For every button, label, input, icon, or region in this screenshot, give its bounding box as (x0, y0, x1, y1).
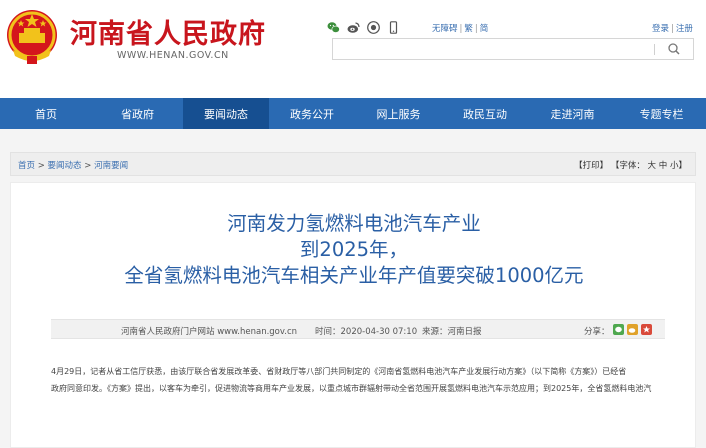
search-divider (654, 44, 655, 55)
wechat-icon[interactable] (327, 21, 340, 34)
breadcrumb-home[interactable]: 首页 (18, 161, 35, 171)
app-icon[interactable] (367, 20, 380, 34)
article-paragraph-line-2: 政府同意印发。《方案》提出，以客车为牵引，促进物流等商用车产业发展，以重点城市群… (51, 384, 652, 393)
article-title-line-1: 河南发力氢燃料电池汽车产业 (227, 212, 481, 235)
nav-item-news[interactable]: 要闻动态 (183, 98, 269, 129)
article: 河南发力氢燃料电池汽车产业 到2025年， 全省氢燃料电池汽车相关产业年产值要突… (10, 182, 696, 448)
article-share-icons (613, 324, 652, 335)
nav-item-home[interactable]: 首页 (0, 98, 92, 129)
national-emblem-icon[interactable] (5, 6, 59, 66)
accessibility-link[interactable]: 无障碍 (432, 24, 458, 34)
share-wechat-icon[interactable] (613, 324, 624, 335)
top-links: 无障碍 | 繁 | 简 (432, 22, 488, 34)
font-size-close: 】 (678, 161, 687, 171)
separator: | (459, 24, 463, 34)
search-input[interactable] (332, 38, 694, 60)
simplified-chinese-link[interactable]: 简 (480, 24, 489, 34)
nav-item-online-services[interactable]: 网上服务 (355, 98, 442, 129)
site-domain: WWW.HENAN.GOV.CN (117, 50, 229, 61)
nav-item-public-affairs[interactable]: 政务公开 (269, 98, 355, 129)
login-link[interactable]: 登录 (652, 24, 669, 34)
breadcrumb-news[interactable]: 要闻动态 (48, 161, 82, 171)
breadcrumb-separator: > (84, 161, 92, 171)
register-link[interactable]: 注册 (676, 24, 693, 34)
article-source-site: 河南省人民政府门户网站 www.henan.gov.cn (121, 327, 298, 337)
nav-item-topics[interactable]: 专题专栏 (617, 98, 706, 129)
separator: | (474, 24, 478, 34)
weibo-icon[interactable] (347, 21, 360, 34)
share-weibo-icon[interactable] (627, 324, 638, 335)
mobile-icon[interactable] (387, 20, 400, 34)
article-paragraph-line-1: 4月29日，记者从省工信厅获悉，由该厅联合省发展改革委、省财政厅等八部门共同制定… (51, 367, 627, 376)
font-size-medium[interactable]: 中 (659, 161, 668, 171)
site-header: 河南省人民政府 WWW.HENAN.GOV.CN 无障碍 | 繁 | 简 登录 | 注册 (0, 0, 706, 98)
nav-item-government[interactable]: 省政府 (92, 98, 183, 129)
article-title-line-2: 到2025年， (299, 238, 409, 261)
share-label: 分享： (584, 327, 610, 337)
nav-item-about-henan[interactable]: 走进河南 (528, 98, 617, 129)
traditional-chinese-link[interactable]: 繁 (464, 24, 473, 34)
article-title-line-3: 全省氢燃料电池汽车相关产业年产值要突破1000亿元 (124, 264, 584, 287)
search-icon (668, 43, 680, 55)
font-size-large[interactable]: 大 (648, 161, 657, 171)
print-button[interactable]: 【打印】 (574, 161, 608, 171)
font-size-label: 【字体： (610, 161, 645, 171)
article-time: 时间：2020-04-30 07:10 (315, 327, 418, 337)
share-qzone-icon[interactable] (641, 324, 652, 335)
breadcrumb-bar: 首页 > 要闻动态 > 河南要闻 【打印】 【字体： 大 中 小】 (10, 152, 696, 176)
share-icons (327, 20, 400, 34)
nav-item-interaction[interactable]: 政民互动 (442, 98, 528, 129)
search-button[interactable] (665, 41, 683, 57)
breadcrumb-separator: > (37, 161, 45, 171)
separator: | (671, 24, 674, 34)
login-links: 登录 | 注册 (652, 22, 693, 34)
breadcrumb: 首页 > 要闻动态 > 河南要闻 (18, 159, 128, 171)
article-origin: 来源：河南日报 (422, 327, 482, 337)
page-tools: 【打印】 【字体： 大 中 小】 (574, 159, 687, 171)
site-title[interactable]: 河南省人民政府 (70, 12, 266, 51)
article-meta-bar: 河南省人民政府门户网站 www.henan.gov.cn 时间：2020-04-… (51, 319, 665, 339)
breadcrumb-henan-news[interactable]: 河南要闻 (94, 161, 128, 171)
main-nav: 首页 省政府 要闻动态 政务公开 网上服务 政民互动 走进河南 专题专栏 (0, 98, 706, 129)
